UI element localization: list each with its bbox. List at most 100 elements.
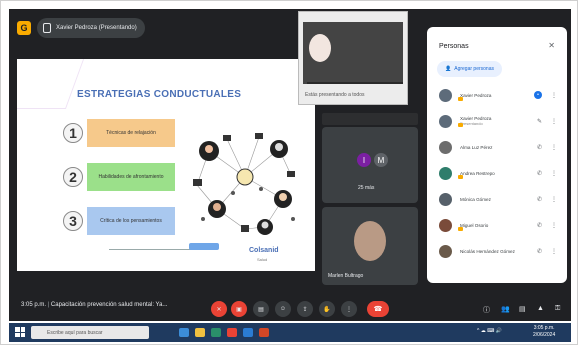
participant-row[interactable]: Mónica Gómez ✆ ⋮ [439,189,563,209]
avatar: I [357,153,371,167]
top-bar: G Xavier Pedroza (Presentando) [9,9,305,47]
powerpoint-icon[interactable] [259,328,269,337]
participant-name: Mónica Gómez [460,196,491,202]
participant-name: Xavier Pedroza Presentando [460,116,492,126]
meet-app-icon: G [17,21,31,35]
step-3: 3 Crítica de los pensamientos [63,207,175,235]
presentation-slide: ESTRATEGIAS CONDUCTUALES 1 Técnicas de r… [17,59,315,271]
step-number: 1 [63,123,83,143]
clock-time: 3:05 p.m. [533,325,555,331]
slide-logo-subtitle: Salud [257,257,268,262]
mic-icon: ✆ [536,196,542,203]
windows-taskbar: Escribe aquí para buscar ^ ☁ ⌨ 🔊 3:05 p.… [9,323,571,342]
step-box: Crítica de los pensamientos [87,207,175,235]
presenting-preview-window[interactable]: Estás presentando a todos [298,11,408,105]
more-options-icon[interactable]: ⋮ [551,118,557,125]
more-options-icon[interactable]: ⋮ [551,248,557,255]
host-controls-icon[interactable]: ⚿ [555,305,560,313]
close-icon[interactable]: ✕ [548,41,555,50]
activities-icon[interactable]: ▲ [537,305,544,312]
word-icon[interactable] [243,328,253,337]
slide-title: ESTRATEGIAS CONDUCTUALES [77,89,242,100]
mic-icon: ✆ [536,222,542,229]
host-badge [458,97,463,101]
captions-button[interactable]: ▤ [253,301,269,317]
participant-row[interactable]: Alma Luz Pérez ✆ ⋮ [439,137,563,157]
more-options-icon[interactable]: ⋮ [551,222,557,229]
host-badge [458,123,463,127]
step-number: 3 [63,211,83,231]
windows-start-icon[interactable] [15,327,25,337]
taskbar-search-input[interactable]: Escribe aquí para buscar [31,326,149,339]
participants-tile[interactable]: I M 25 más [322,127,418,203]
add-people-button[interactable]: 👤 Agregar personas [437,61,502,77]
leave-call-button[interactable]: ☎ [367,301,389,317]
presenter-label: Xavier Pedroza (Presentando) [56,25,137,31]
preview-face [309,34,331,62]
mic-icon: ✆ [536,144,542,151]
meeting-title: Capacitación prevención salud mental: Ya… [50,302,168,308]
panel-title: Personas [439,43,469,50]
step-2: 2 Habilidades de afrontamiento [63,163,175,191]
host-badge [458,175,463,179]
slide-decoration [17,59,85,109]
taskbar-clock[interactable]: 3:05 p.m. 2/06/2024 [533,325,555,339]
avatar [439,88,452,102]
mic-icon: ✆ [536,170,542,177]
more-options-icon[interactable]: ⋮ [551,144,557,151]
more-options-button[interactable]: ⋮ [341,301,357,317]
tile-name: 25 más [358,185,375,191]
screenshot-frame: G Xavier Pedroza (Presentando) ESTRATEGI… [0,0,578,345]
meet-window: G Xavier Pedroza (Presentando) ESTRATEGI… [9,9,571,321]
slide-logo: Colsanid [249,247,279,254]
host-badge [458,227,463,231]
mic-off-button[interactable]: ✕ [211,301,227,317]
add-people-label: Agregar personas [454,66,494,72]
presenter-chip[interactable]: Xavier Pedroza (Presentando) [37,18,145,38]
system-tray-icons[interactable]: ^ ☁ ⌨ 🔊 [477,328,502,334]
slide-footer-button [189,243,219,250]
tile-name: Marlen Bultrago [328,273,364,279]
tile-divider [322,113,418,125]
avatar [439,140,452,154]
speaking-icon: • [534,91,542,99]
chrome-icon[interactable] [227,328,237,337]
participant-name: Xavier Pedroza [460,92,492,98]
avatar [439,244,452,258]
participant-row[interactable]: Nicolás Hernández Gómez ✆ ⋮ [439,241,563,261]
present-screen-icon [43,23,51,33]
add-person-icon: 👤 [445,66,452,72]
social-network-illustration [193,133,295,235]
participant-name: Nicolás Hernández Gómez [460,248,515,254]
avatar [439,218,452,232]
participant-row[interactable]: Miguel Osorio ✆ ⋮ [439,215,563,235]
participant-name: Miguel Osorio [460,222,489,228]
mic-icon: ✆ [536,248,542,255]
more-options-icon[interactable]: ⋮ [551,196,557,203]
mic-off-icon: ✎ [536,118,542,125]
people-icon[interactable]: 👥 [501,305,510,313]
emoji-button[interactable]: ☺ [275,301,291,317]
step-box: Técnicas de relajación [87,119,175,147]
participant-name: Andrea Restrepo [460,170,495,176]
participant-row[interactable]: Xavier Pedroza • ⋮ [439,85,563,105]
more-options-icon[interactable]: ⋮ [551,170,557,177]
meeting-time: 3:05 p.m. [21,302,47,308]
participant-row[interactable]: Andrea Restrepo ✆ ⋮ [439,163,563,183]
more-options-icon[interactable]: ⋮ [551,92,557,99]
task-view-icon[interactable] [179,328,189,337]
preview-status-text: Estás presentando a todos [305,92,365,98]
step-1: 1 Técnicas de relajación [63,119,175,147]
step-number: 2 [63,167,83,187]
camera-off-button[interactable]: ▣ [231,301,247,317]
preview-controls [307,82,403,84]
chat-icon[interactable]: ▤ [519,305,526,313]
participant-tile-video[interactable]: Marlen Bultrago [322,207,418,285]
raise-hand-button[interactable]: ✋ [319,301,335,317]
meeting-info: 3:05 p.m. | Capacitación prevención salu… [21,302,168,308]
info-icon[interactable]: ⓘ [483,305,490,315]
edge-icon[interactable] [211,328,221,337]
file-explorer-icon[interactable] [195,328,205,337]
present-button[interactable]: ⇪ [297,301,313,317]
participant-row[interactable]: Xavier Pedroza Presentando ✎ ⋮ [439,111,563,131]
